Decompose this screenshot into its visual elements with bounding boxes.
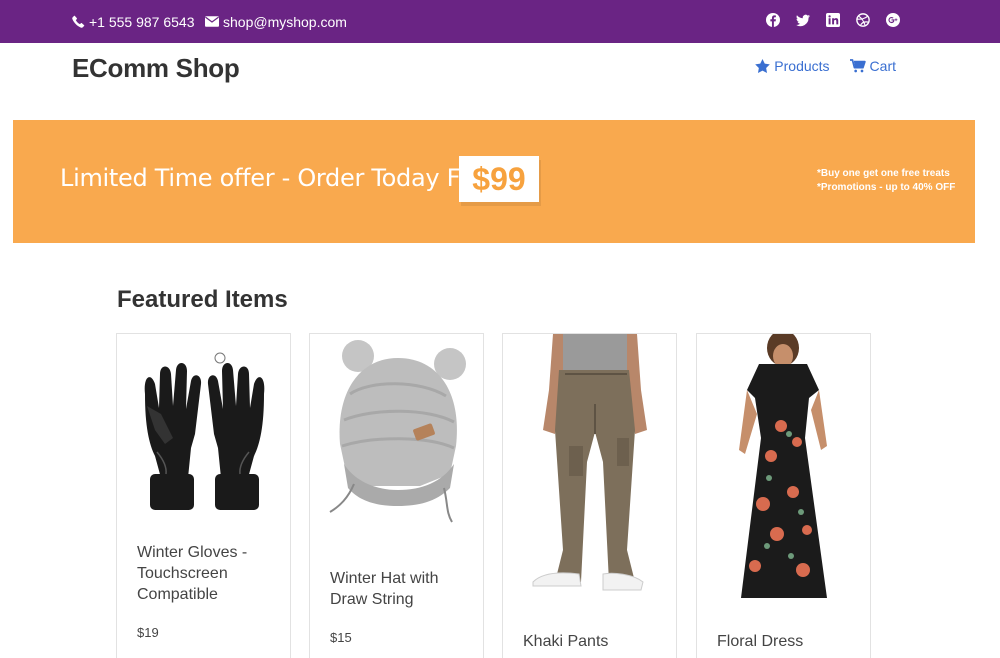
nav-cart-label: Cart <box>869 58 896 74</box>
contact-email[interactable]: shop@myshop.com <box>205 0 347 43</box>
dribbble-icon[interactable] <box>856 13 870 27</box>
product-card[interactable]: Winter Hat with Draw String $15 <box>309 333 484 658</box>
product-name[interactable]: Winter Gloves - Touchscreen Compatible <box>137 542 272 605</box>
banner-headline: Limited Time offer - Order Today For <box>60 164 484 192</box>
social-links <box>766 13 900 27</box>
product-price: $15 <box>330 630 352 645</box>
product-name[interactable]: Khaki Pants <box>523 631 658 652</box>
product-price: $19 <box>137 625 159 640</box>
product-name[interactable]: Floral Dress <box>717 631 852 652</box>
twitter-icon[interactable] <box>796 13 810 27</box>
facebook-icon[interactable] <box>766 13 780 27</box>
linkedin-icon[interactable] <box>826 13 840 27</box>
envelope-icon <box>205 16 219 27</box>
pants-image <box>532 334 647 591</box>
site-header: EComm Shop Products Cart <box>0 43 1000 93</box>
banner-note: *Promotions - up to 40% OFF <box>817 182 956 193</box>
hat-image <box>329 340 466 523</box>
cart-icon <box>849 59 866 73</box>
email-address: shop@myshop.com <box>223 13 347 30</box>
product-card[interactable]: Floral Dress <box>696 333 871 658</box>
promo-banner[interactable]: Limited Time offer - Order Today For $99… <box>13 120 975 243</box>
nav-products[interactable]: Products <box>755 58 830 74</box>
gloves-image <box>144 352 265 510</box>
phone-number: +1 555 987 6543 <box>89 13 195 30</box>
featured-title: Featured Items <box>117 286 288 313</box>
star-icon <box>755 59 771 73</box>
nav-products-label: Products <box>774 58 830 74</box>
product-name[interactable]: Winter Hat with Draw String <box>330 568 465 610</box>
banner-price: $99 <box>459 156 539 202</box>
contact-phone[interactable]: +1 555 987 6543 <box>72 0 195 43</box>
product-card[interactable]: Winter Gloves - Touchscreen Compatible $… <box>116 333 291 658</box>
banner-notes: *Buy one get one free treats *Promotions… <box>817 167 955 195</box>
top-bar: +1 555 987 6543 shop@myshop.com <box>0 0 1000 43</box>
dress-image <box>739 334 827 598</box>
phone-icon <box>72 15 85 28</box>
site-logo[interactable]: EComm Shop <box>72 53 240 84</box>
main-nav: Products Cart <box>755 58 896 74</box>
banner-note: *Buy one get one free treats <box>817 168 950 179</box>
product-card[interactable]: Khaki Pants <box>502 333 677 658</box>
nav-cart[interactable]: Cart <box>849 58 896 74</box>
google-plus-icon[interactable] <box>886 13 900 27</box>
